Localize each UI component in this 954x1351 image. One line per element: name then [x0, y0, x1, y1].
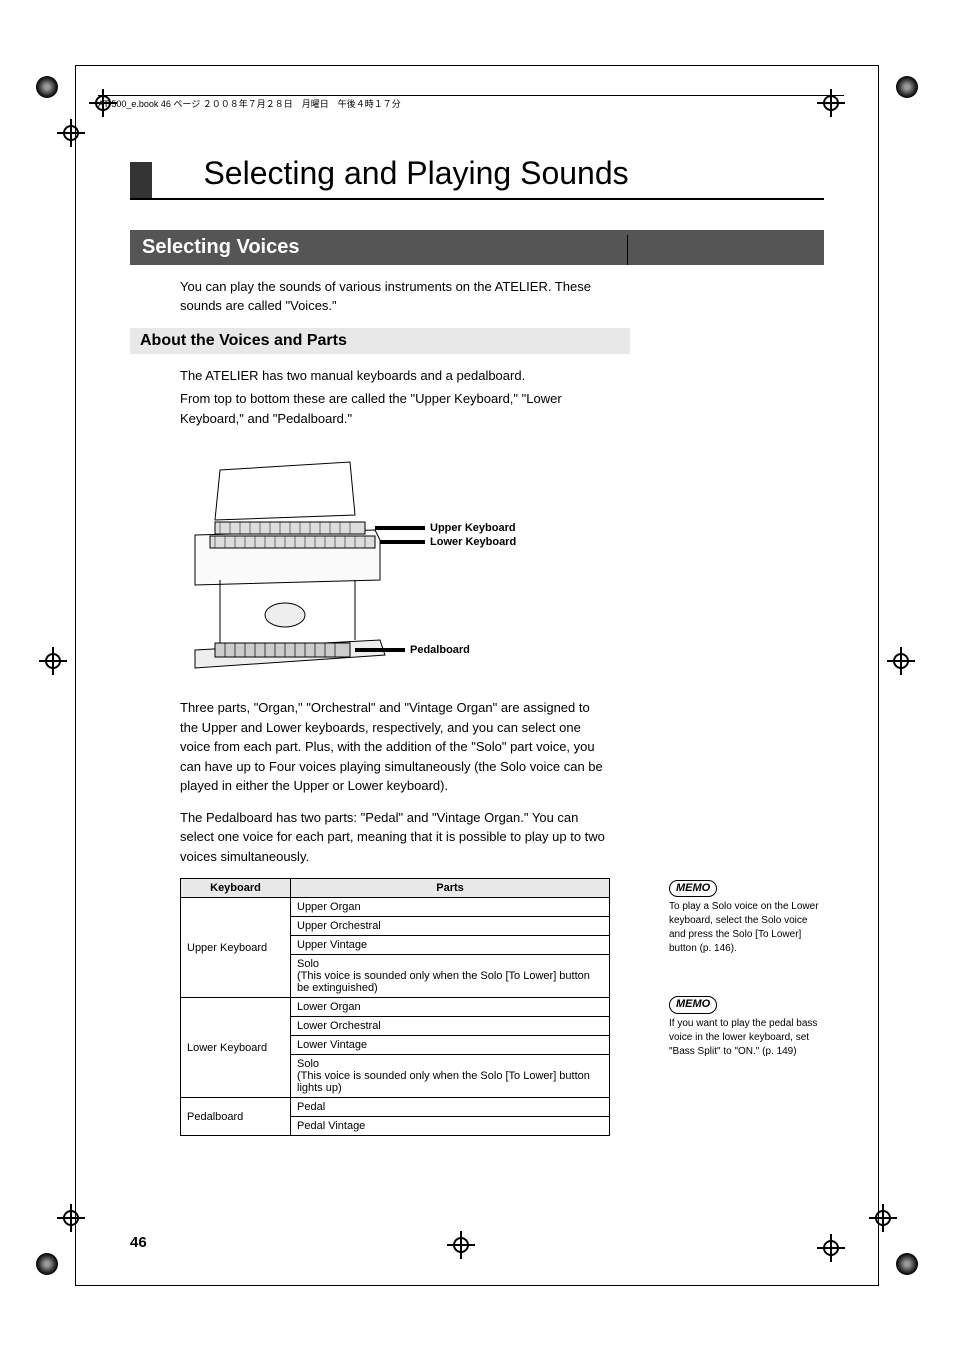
memo-1-text: To play a Solo voice on the Lower keyboa… — [669, 900, 824, 956]
td-part: Upper Vintage — [291, 936, 610, 955]
upper-keyboard-label: Upper Keyboard — [430, 522, 516, 534]
td-part: Upper Orchestral — [291, 917, 610, 936]
body-text-2: From top to bottom these are called the … — [180, 389, 610, 428]
td-part: Pedal — [291, 1098, 610, 1117]
chapter-block — [130, 162, 152, 198]
td-part: Solo (This voice is sounded only when th… — [291, 1055, 610, 1098]
keyboard-diagram: Upper Keyboard Lower Keyboard Pedalboard — [180, 440, 550, 680]
td-part: Lower Organ — [291, 998, 610, 1017]
th-parts: Parts — [291, 879, 610, 898]
memo-icon: MEMO — [669, 996, 717, 1013]
td-upper-kb: Upper Keyboard — [181, 898, 291, 998]
td-part: Pedal Vintage — [291, 1117, 610, 1136]
memo-1: MEMO To play a Solo voice on the Lower k… — [669, 880, 824, 956]
memo-2: MEMO If you want to play the pedal bass … — [669, 996, 824, 1058]
memo-2-text: If you want to play the pedal bass voice… — [669, 1017, 824, 1059]
body-text-3: Three parts, "Organ," "Orchestral" and "… — [180, 698, 610, 796]
td-part: Upper Organ — [291, 898, 610, 917]
intro-text: You can play the sounds of various instr… — [180, 277, 610, 316]
body-text-1: The ATELIER has two manual keyboards and… — [180, 366, 610, 386]
sidebar-memos: MEMO To play a Solo voice on the Lower k… — [669, 880, 824, 1099]
section-heading: Selecting Voices — [130, 230, 824, 265]
td-part: Solo (This voice is sounded only when th… — [291, 955, 610, 998]
body-text-4: The Pedalboard has two parts: "Pedal" an… — [180, 808, 610, 867]
td-pedalboard: Pedalboard — [181, 1098, 291, 1136]
chapter-heading: Selecting and Playing Sounds — [130, 155, 824, 198]
td-lower-kb: Lower Keyboard — [181, 998, 291, 1098]
heading-rule — [130, 198, 824, 200]
pedalboard-label: Pedalboard — [410, 644, 470, 656]
parts-table: Keyboard Parts Upper Keyboard Upper Orga… — [180, 878, 610, 1136]
chapter-title: Selecting and Playing Sounds — [203, 155, 628, 191]
subsection-heading: About the Voices and Parts — [130, 328, 630, 354]
memo-icon: MEMO — [669, 880, 717, 897]
td-part: Lower Vintage — [291, 1036, 610, 1055]
td-part: Lower Orchestral — [291, 1017, 610, 1036]
header-text: AT-500_e.book 46 ページ ２００８年７月２８日 月曜日 午後４時… — [98, 99, 401, 109]
th-keyboard: Keyboard — [181, 879, 291, 898]
lower-keyboard-label: Lower Keyboard — [430, 536, 516, 548]
column-divider — [627, 235, 628, 265]
page-number: 46 — [130, 1234, 147, 1251]
doc-header: AT-500_e.book 46 ページ ２００８年７月２８日 月曜日 午後４時… — [98, 95, 844, 110]
